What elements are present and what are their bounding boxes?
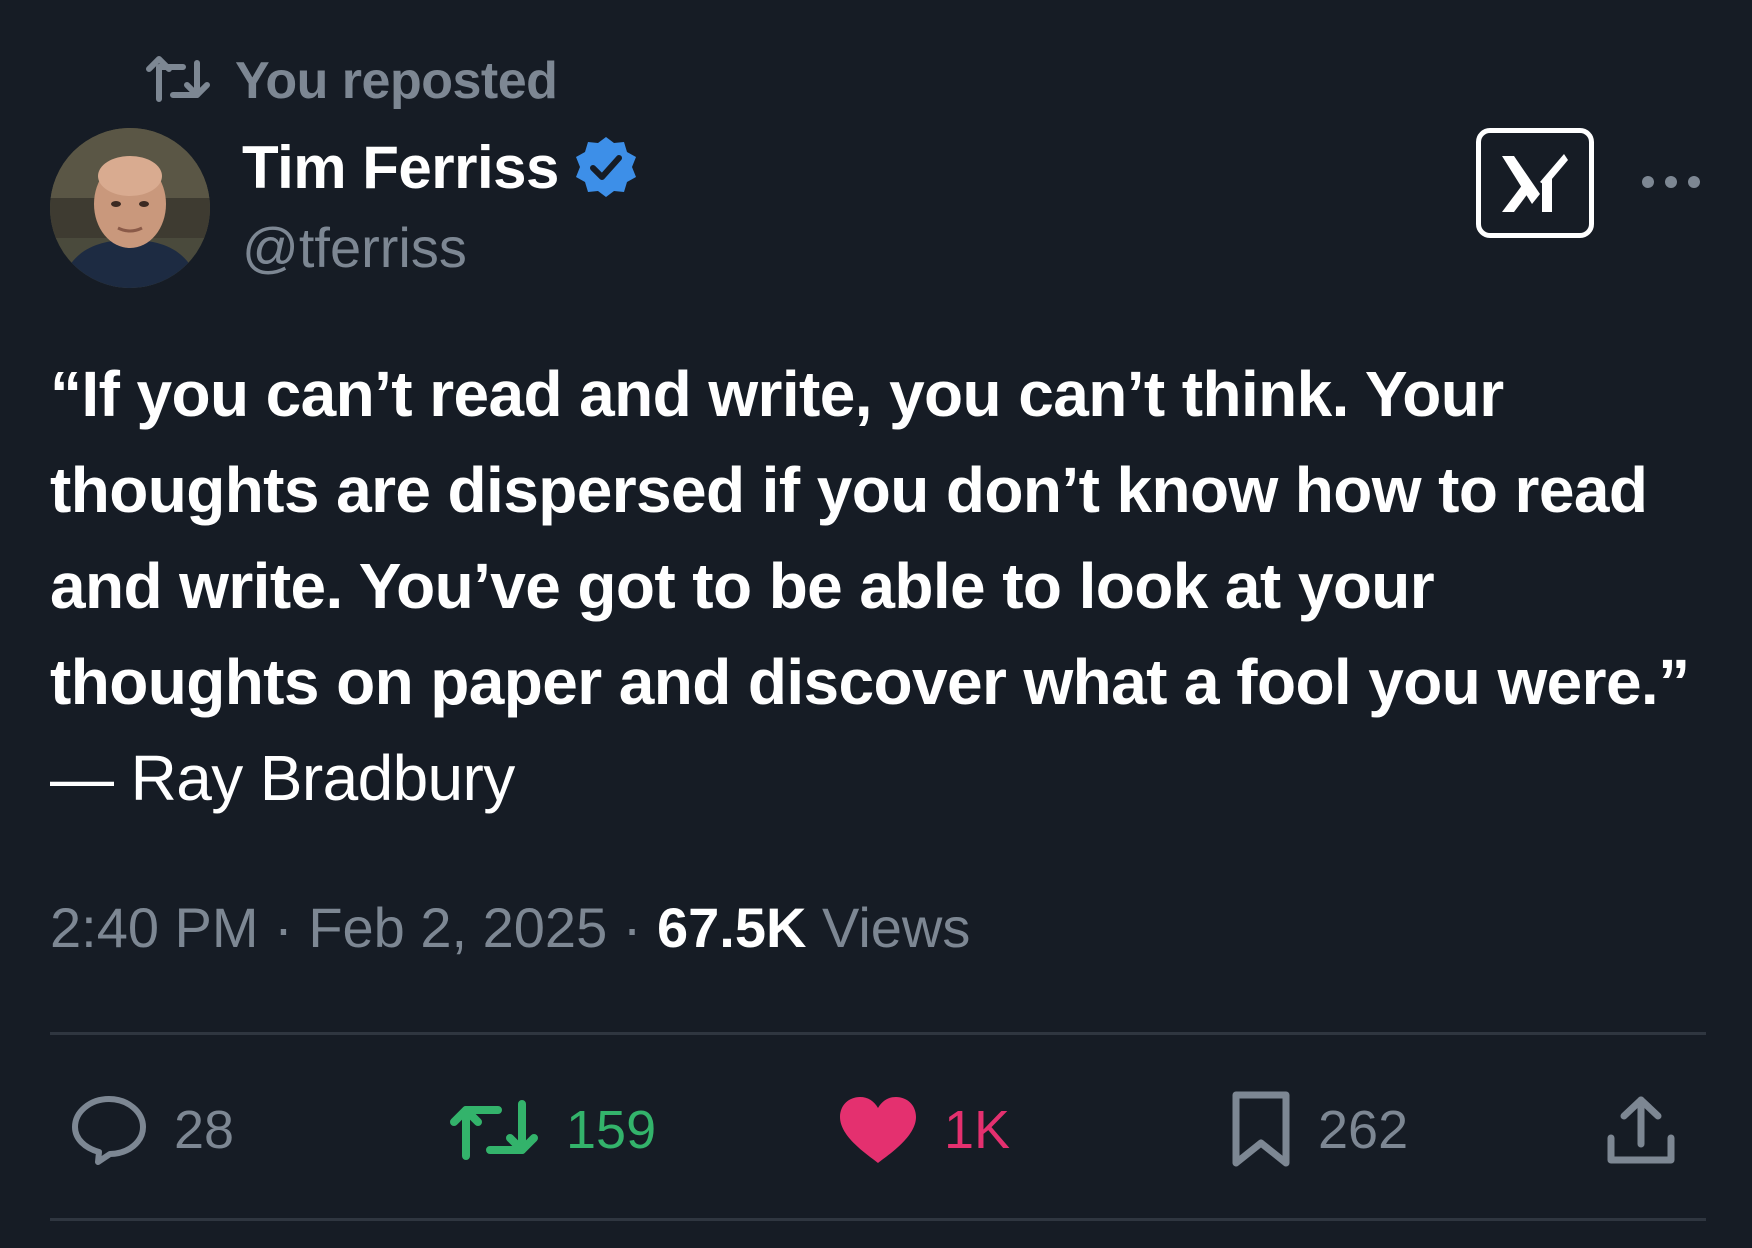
repost-button[interactable]: 159	[448, 1088, 656, 1172]
repost-label: You reposted	[235, 52, 558, 110]
meta-separator: ·	[607, 896, 657, 959]
grok-button[interactable]	[1476, 128, 1594, 238]
verified-badge-icon	[559, 134, 639, 200]
like-button[interactable]: 1K	[838, 1088, 1010, 1172]
tweet-attribution: — Ray Bradbury	[50, 742, 515, 814]
repost-count: 159	[566, 1100, 657, 1160]
bookmark-button[interactable]: 262	[1230, 1088, 1408, 1172]
tweet-time[interactable]: 2:40 PM	[50, 896, 259, 959]
share-button[interactable]	[1606, 1088, 1676, 1172]
views-count: 67.5K	[657, 896, 807, 959]
tweet-meta: 2:40 PM · Feb 2, 2025 · 67.5K Views	[50, 888, 970, 968]
like-count: 1K	[944, 1100, 1011, 1160]
tweet-date[interactable]: Feb 2, 2025	[308, 896, 607, 959]
repost-icon	[145, 55, 211, 107]
divider	[50, 1032, 1706, 1035]
views-label: Views	[806, 896, 971, 959]
grok-icon	[1496, 150, 1574, 216]
more-button[interactable]	[1636, 162, 1706, 202]
heart-icon	[838, 1095, 918, 1165]
author-name[interactable]: Tim Ferriss	[242, 133, 559, 202]
bookmark-icon	[1230, 1091, 1292, 1169]
repost-banner: You reposted	[145, 46, 558, 116]
tweet-text: “If you can’t read and write, you can’t …	[50, 346, 1710, 826]
bookmark-count: 262	[1318, 1100, 1409, 1160]
more-icon	[1640, 174, 1702, 190]
share-icon	[1606, 1094, 1676, 1166]
tweet-quote: “If you can’t read and write, you can’t …	[50, 358, 1690, 718]
reply-count: 28	[174, 1100, 235, 1160]
author-name-row: Tim Ferriss	[242, 126, 639, 208]
reply-icon	[70, 1094, 148, 1166]
author-handle[interactable]: @tferriss	[242, 212, 467, 284]
avatar[interactable]	[50, 128, 210, 288]
reply-button[interactable]: 28	[70, 1088, 234, 1172]
divider	[50, 1218, 1706, 1221]
meta-separator: ·	[258, 896, 309, 959]
repost-icon	[448, 1098, 540, 1162]
